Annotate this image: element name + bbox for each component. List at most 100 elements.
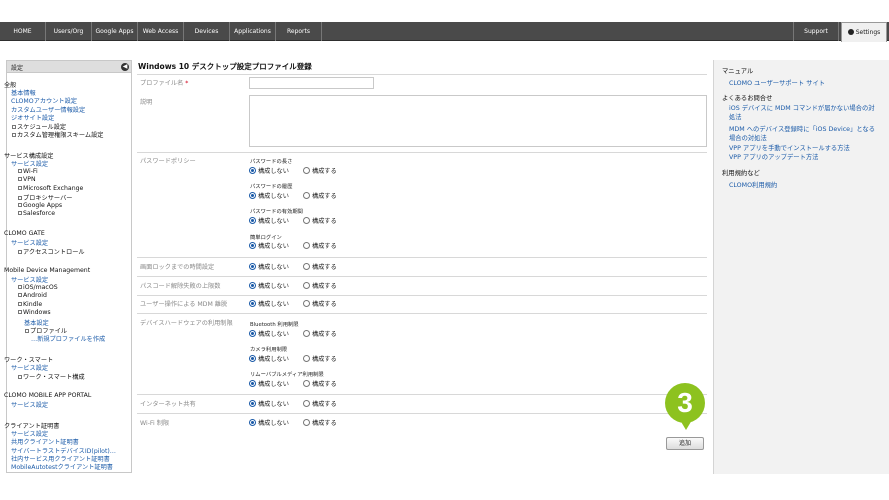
tree-expand-icon[interactable]	[12, 133, 16, 137]
sidebar-item[interactable]: VPN	[18, 176, 36, 183]
radio-config[interactable]	[302, 217, 310, 224]
faq-link-1[interactable]: iOS デバイスに MDM コマンドが届かない場合の対	[729, 103, 875, 112]
nav-settings-tab[interactable]: Settings	[841, 22, 887, 42]
radio-config[interactable]	[302, 300, 310, 307]
radio-no-config[interactable]	[249, 380, 256, 387]
radio-no-config[interactable]	[249, 419, 256, 426]
sidebar-item[interactable]: サービス設定	[11, 238, 48, 247]
pw-history-label: パスワードの履歴	[250, 184, 293, 190]
faq-link-3[interactable]: VPP アプリを手動でインストールする方法	[729, 143, 850, 152]
tree-expand-icon[interactable]	[18, 196, 22, 200]
radio-no-config[interactable]	[249, 400, 256, 407]
profile-name-input[interactable]	[249, 77, 374, 89]
radio-no-config[interactable]	[249, 355, 256, 362]
faq-link-2[interactable]: MDM へのデバイス登録時に「iOS Device」となる	[729, 124, 875, 133]
tree-expand-icon[interactable]	[18, 285, 22, 289]
radio-no-config[interactable]	[249, 300, 256, 307]
radio-config[interactable]	[302, 419, 310, 426]
radio-no-config[interactable]	[249, 330, 256, 337]
faq-link-1-cont[interactable]: 処法	[729, 112, 742, 121]
sidebar-item[interactable]: Wi-Fi	[18, 168, 38, 175]
radio-no-config[interactable]	[249, 167, 256, 174]
radio-no-config[interactable]	[249, 217, 256, 224]
sidebar-item[interactable]: Microsoft Exchange	[18, 185, 83, 192]
removable-media-label: リムーバブルメディア利用制限	[250, 372, 324, 378]
sidebar-item-label: MobileAutotestクライアント証明書	[11, 464, 113, 471]
sidebar-item-label: CLOMOアカウント設定	[11, 98, 77, 105]
sidebar-item[interactable]: Google Apps	[18, 202, 62, 209]
nav-users-org[interactable]: Users/Org	[46, 22, 92, 41]
collapse-arrow-icon[interactable]: ◀	[121, 63, 129, 71]
radio-config[interactable]	[302, 400, 310, 407]
sidebar-item[interactable]: Kindle	[18, 301, 42, 308]
sidebar-item[interactable]: サービス設定	[11, 159, 48, 168]
tree-expand-icon[interactable]	[18, 186, 22, 190]
radio-config[interactable]	[302, 380, 310, 387]
nav-reports[interactable]: Reports	[276, 22, 322, 41]
pw-expiry-radio-group: 構成しない 構成する	[249, 216, 337, 225]
sidebar-item[interactable]: CLOMOアカウント設定	[11, 96, 77, 105]
sidebar-item[interactable]: Windows	[18, 309, 51, 316]
passcode-fail-radio-group: 構成しない 構成する	[249, 281, 337, 290]
faq-link-2-cont[interactable]: 場合の対処法	[729, 133, 767, 142]
tree-expand-icon[interactable]	[25, 329, 29, 333]
nav-support[interactable]: Support	[793, 22, 839, 41]
sidebar-item[interactable]: カスタム管理権限スキーム設定	[12, 130, 103, 139]
row-divider	[137, 394, 707, 395]
sidebar-item[interactable]: Salesforce	[18, 210, 55, 217]
radio-no-config[interactable]	[249, 263, 256, 270]
camera-radio-group: 構成しない 構成する	[249, 354, 337, 363]
tree-expand-icon[interactable]	[18, 203, 22, 207]
nav-google-apps[interactable]: Google Apps	[92, 22, 138, 41]
sidebar-item[interactable]: ワーク・スマート構成	[18, 372, 85, 381]
sidebar-item[interactable]: 共用クライアント証明書	[11, 437, 79, 446]
sidebar-item[interactable]: アクセスコントロール	[18, 247, 85, 256]
tree-expand-icon[interactable]	[18, 250, 22, 254]
nav-web-access[interactable]: Web Access	[138, 22, 184, 41]
simple-login-label: 簡単ログイン	[250, 235, 282, 241]
screen-lock-label: 画面ロックまでの時間設定	[140, 264, 215, 271]
sidebar-title: 設定	[11, 65, 24, 72]
description-textarea[interactable]	[249, 95, 707, 147]
profile-name-label: プロファイル名 *	[140, 80, 189, 87]
sidebar-item-label: プロキシサーバー	[23, 195, 73, 202]
tree-expand-icon[interactable]	[18, 211, 22, 215]
faq-link-4[interactable]: VPP アプリのアップデート方法	[729, 152, 818, 161]
tree-expand-icon[interactable]	[18, 310, 22, 314]
tree-expand-icon[interactable]	[18, 169, 22, 173]
sidebar-item[interactable]: iOS/macOS	[18, 284, 58, 291]
nav-home[interactable]: HOME	[0, 22, 46, 41]
radio-config[interactable]	[302, 167, 310, 174]
sidebar-item[interactable]: サービス設定	[11, 400, 48, 409]
sidebar-item[interactable]: ジオサイト設定	[11, 113, 54, 122]
radio-no-config[interactable]	[249, 192, 256, 199]
tree-expand-icon[interactable]	[18, 302, 22, 306]
add-button[interactable]: 追加	[666, 437, 704, 450]
row-divider	[137, 295, 707, 296]
sidebar-item[interactable]: サービス設定	[11, 363, 48, 372]
radio-no-config[interactable]	[249, 282, 256, 289]
radio-config[interactable]	[302, 330, 310, 337]
support-site-link[interactable]: CLOMO ユーザーサポート サイト	[729, 78, 825, 87]
sidebar-item[interactable]: サービス設定	[11, 275, 48, 284]
tree-expand-icon[interactable]	[12, 125, 16, 129]
radio-no-config[interactable]	[249, 242, 256, 249]
radio-config[interactable]	[302, 192, 310, 199]
sidebar-item[interactable]: プロキシサーバー	[18, 193, 72, 202]
tree-expand-icon[interactable]	[18, 293, 22, 297]
sidebar-item[interactable]: Android	[18, 292, 47, 299]
tree-expand-icon[interactable]	[18, 375, 22, 379]
row-divider	[137, 257, 707, 258]
row-divider	[137, 74, 707, 75]
terms-link[interactable]: CLOMO利用規約	[729, 180, 777, 189]
radio-config[interactable]	[302, 355, 310, 362]
nav-applications[interactable]: Applications	[230, 22, 276, 41]
nav-devices[interactable]: Devices	[184, 22, 230, 41]
tree-expand-icon[interactable]	[18, 177, 22, 181]
sidebar-item[interactable]: …新規プロファイルを作成	[31, 334, 105, 343]
radio-config[interactable]	[302, 263, 310, 270]
radio-config[interactable]	[302, 282, 310, 289]
radio-config[interactable]	[302, 242, 310, 249]
sidebar-item[interactable]: MobileAutotestクライアント証明書	[11, 462, 113, 471]
sidebar-item-label: カスタム管理権限スキーム設定	[17, 132, 104, 139]
